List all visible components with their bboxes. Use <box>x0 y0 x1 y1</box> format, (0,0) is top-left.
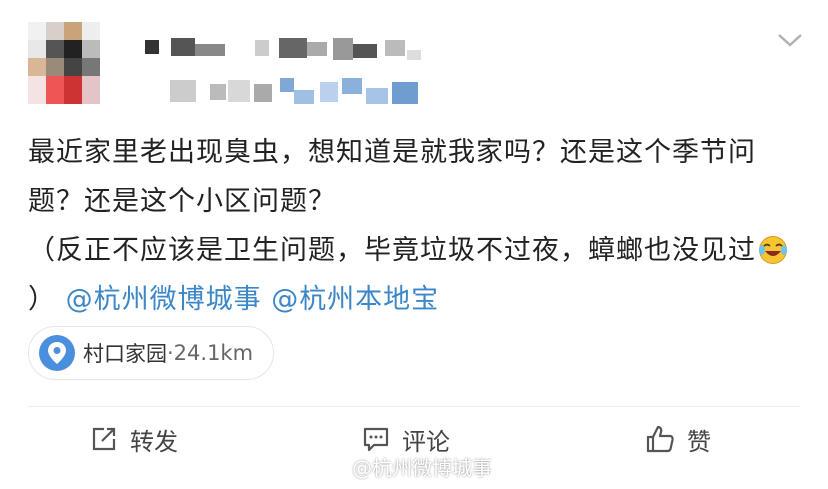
laughing-crying-emoji-icon <box>758 232 788 264</box>
comment-icon <box>363 427 389 452</box>
thumbs-up-icon <box>646 425 674 453</box>
post-text-part-3: ） <box>28 284 56 315</box>
watermark: @杭州微博城事 <box>322 452 492 481</box>
location-chip[interactable]: 村口家园 ·24.1km <box>28 326 275 380</box>
post-text-part-1: 最近家里老出现臭虫，想知道是就我家吗？还是这个季节问题？还是这个小区问题？ <box>28 137 756 217</box>
post-meta-blurred <box>170 76 430 106</box>
mention-link[interactable]: @杭州本地宝 <box>271 284 439 315</box>
mention-link[interactable]: @杭州微博城事 <box>66 284 262 315</box>
repost-label: 转发 <box>130 427 178 456</box>
divider <box>28 406 800 407</box>
location-name: 村口家园 <box>83 342 167 366</box>
location-pin-icon <box>39 335 75 371</box>
watermark-text: @杭州微博城事 <box>352 456 492 480</box>
post-text: 最近家里老出现臭虫，想知道是就我家吗？还是这个季节问题？还是这个小区问题？ （反正… <box>28 128 798 324</box>
chevron-down-icon[interactable] <box>776 30 804 50</box>
like-button[interactable]: 赞 <box>645 410 711 468</box>
avatar[interactable] <box>28 22 100 104</box>
repost-button[interactable]: 转发 <box>90 410 178 468</box>
location-distance: ·24.1km <box>167 341 254 365</box>
weibo-logo-icon <box>323 456 350 478</box>
post-text-part-2: （反正不应该是卫生问题，毕竟垃圾不过夜，蟑螂也没见过 <box>28 235 756 266</box>
username-blurred[interactable] <box>145 32 445 66</box>
like-label: 赞 <box>687 427 711 456</box>
weibo-post-card: 最近家里老出现臭虫，想知道是就我家吗？还是这个季节问题？还是这个小区问题？ （反正… <box>0 0 828 489</box>
repost-icon <box>92 427 116 451</box>
